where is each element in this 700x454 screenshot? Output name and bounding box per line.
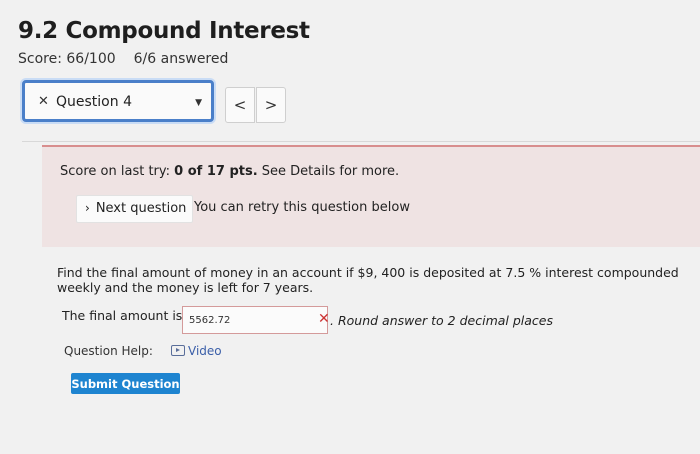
- video-play-icon: [171, 345, 185, 356]
- question-selector[interactable]: ✕ Question 4 ▼: [22, 80, 214, 122]
- answer-label: The final amount is $: [62, 308, 195, 323]
- score-text: Score: 66/100: [18, 51, 116, 67]
- chevron-right-icon: ›: [85, 201, 90, 215]
- last-try-prefix: Score on last try:: [60, 164, 175, 179]
- question-help: Question Help: Video: [64, 344, 222, 358]
- answer-input[interactable]: [182, 306, 328, 334]
- rounding-note: . Round answer to 2 decimal places: [330, 313, 553, 328]
- next-question-button[interactable]: › Next question: [76, 195, 194, 223]
- submit-question-button[interactable]: Submit Question: [71, 373, 180, 394]
- last-try-notice: Score on last try: 0 of 17 pts. See Deta…: [42, 145, 700, 247]
- question-help-label: Question Help:: [64, 344, 153, 358]
- answered-count: 6/6 answered: [133, 51, 229, 67]
- next-question-arrow-button[interactable]: >: [256, 87, 286, 123]
- problem-statement: Find the final amount of money in an acc…: [57, 265, 679, 295]
- previous-question-button[interactable]: <: [225, 87, 255, 123]
- retry-text: You can retry this question below: [194, 200, 410, 215]
- page-title: 9.2 Compound Interest: [18, 18, 310, 44]
- last-try-message: Score on last try: 0 of 17 pts. See Deta…: [60, 164, 399, 179]
- last-try-suffix: See Details for more.: [257, 164, 400, 179]
- video-link-label: Video: [188, 344, 222, 358]
- incorrect-x-icon: ✕: [318, 311, 330, 327]
- caret-down-icon: ▼: [195, 98, 202, 108]
- question-selector-label: Question 4: [56, 94, 132, 110]
- incorrect-x-icon: ✕: [38, 94, 49, 109]
- header-divider: [22, 141, 700, 142]
- last-try-score: 0 of 17 pts.: [174, 164, 258, 179]
- score-summary: Score: 66/100 6/6 answered: [18, 51, 228, 67]
- next-question-label: Next question: [95, 201, 187, 216]
- video-help-link[interactable]: Video: [171, 344, 222, 358]
